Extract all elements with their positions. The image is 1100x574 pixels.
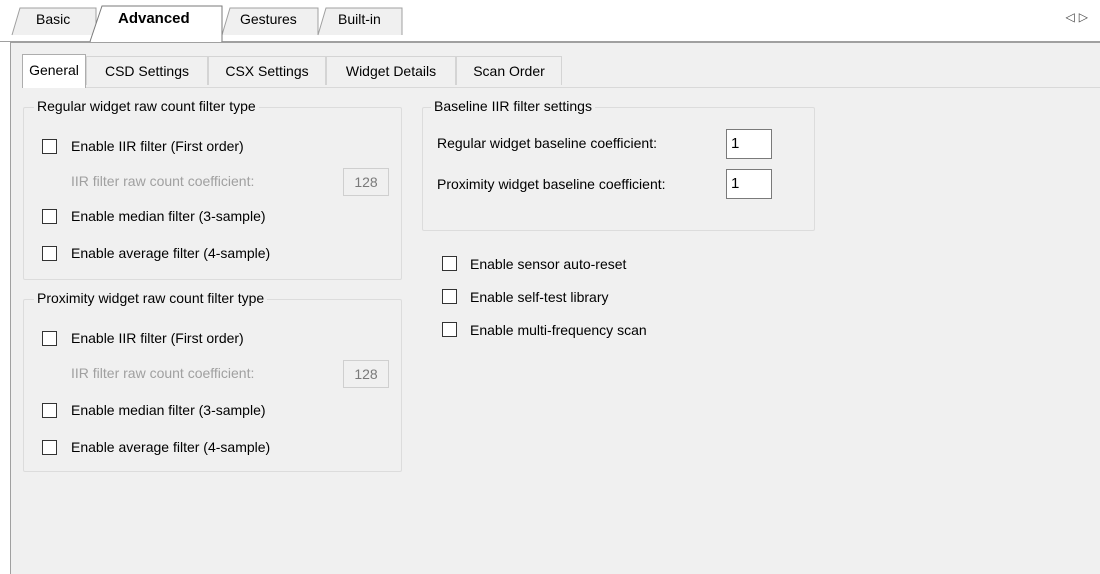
regular-average-checkbox[interactable] bbox=[42, 246, 57, 261]
proximity-iir-coeff-label: IIR filter raw count coefficient: bbox=[71, 365, 255, 381]
multi-frequency-scan-label[interactable]: Enable multi-frequency scan bbox=[470, 322, 647, 338]
proximity-iir-coeff-field[interactable]: 128 bbox=[343, 360, 389, 388]
subtab-widget-details[interactable]: Widget Details bbox=[326, 56, 456, 85]
subtab-scan-order[interactable]: Scan Order bbox=[456, 56, 562, 85]
tab-advanced[interactable]: Advanced bbox=[118, 10, 190, 27]
proximity-average-label[interactable]: Enable average filter (4-sample) bbox=[71, 439, 270, 455]
regular-iir-coeff-label: IIR filter raw count coefficient: bbox=[71, 173, 255, 189]
regular-iir-coeff-field[interactable]: 128 bbox=[343, 168, 389, 196]
top-tab-strip: Basic Advanced Gestures Built-in ◁▷ bbox=[0, 0, 1100, 42]
regular-median-checkbox[interactable] bbox=[42, 209, 57, 224]
baseline-title: Baseline IIR filter settings bbox=[431, 98, 595, 114]
multi-frequency-scan-checkbox[interactable] bbox=[442, 322, 457, 337]
regular-baseline-label: Regular widget baseline coefficient: bbox=[437, 135, 657, 151]
regular-average-label[interactable]: Enable average filter (4-sample) bbox=[71, 245, 270, 261]
proximity-baseline-input[interactable]: 1 bbox=[726, 169, 772, 199]
self-test-library-checkbox[interactable] bbox=[442, 289, 457, 304]
proximity-average-checkbox[interactable] bbox=[42, 440, 57, 455]
regular-iir-label[interactable]: Enable IIR filter (First order) bbox=[71, 138, 244, 154]
sensor-auto-reset-checkbox[interactable] bbox=[442, 256, 457, 271]
proximity-iir-label[interactable]: Enable IIR filter (First order) bbox=[71, 330, 244, 346]
proximity-median-checkbox[interactable] bbox=[42, 403, 57, 418]
regular-median-label[interactable]: Enable median filter (3-sample) bbox=[71, 208, 266, 224]
self-test-library-label[interactable]: Enable self-test library bbox=[470, 289, 609, 305]
proximity-median-label[interactable]: Enable median filter (3-sample) bbox=[71, 402, 266, 418]
scroll-right-icon[interactable]: ▷ bbox=[1079, 10, 1092, 24]
tab-built-in[interactable]: Built-in bbox=[338, 11, 381, 27]
proximity-filter-title: Proximity widget raw count filter type bbox=[34, 290, 268, 306]
scroll-left-icon[interactable]: ◁ bbox=[1066, 10, 1079, 24]
subtab-general[interactable]: General bbox=[22, 54, 86, 88]
proximity-baseline-label: Proximity widget baseline coefficient: bbox=[437, 176, 666, 192]
tab-basic[interactable]: Basic bbox=[36, 11, 70, 27]
tab-gestures[interactable]: Gestures bbox=[240, 11, 297, 27]
subtab-csd-settings[interactable]: CSD Settings bbox=[86, 56, 208, 85]
tab-scroll-arrows: ◁▷ bbox=[1066, 10, 1092, 24]
regular-filter-title: Regular widget raw count filter type bbox=[34, 98, 259, 114]
proximity-iir-checkbox[interactable] bbox=[42, 331, 57, 346]
sensor-auto-reset-label[interactable]: Enable sensor auto-reset bbox=[470, 256, 626, 272]
regular-baseline-input[interactable]: 1 bbox=[726, 129, 772, 159]
subtab-csx-settings[interactable]: CSX Settings bbox=[208, 56, 326, 85]
regular-iir-checkbox[interactable] bbox=[42, 139, 57, 154]
